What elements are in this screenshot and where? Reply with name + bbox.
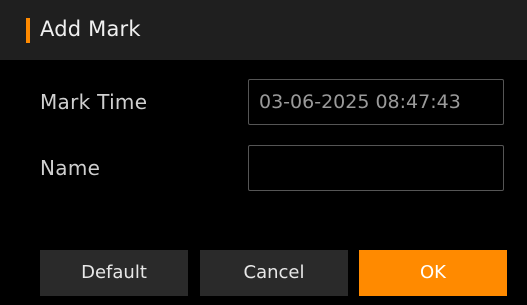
dialog-title-bar: Add Mark — [0, 0, 527, 60]
cancel-button[interactable]: Cancel — [200, 250, 348, 296]
title-accent-bar — [26, 18, 30, 43]
ok-button[interactable]: OK — [359, 250, 507, 296]
add-mark-dialog: Add Mark Mark Time Name Default Cancel O… — [0, 0, 527, 305]
name-label: Name — [40, 156, 101, 180]
name-field[interactable] — [248, 145, 504, 191]
dialog-title: Add Mark — [40, 17, 141, 41]
default-button[interactable]: Default — [40, 250, 188, 296]
mark-time-field[interactable] — [248, 79, 504, 125]
mark-time-label: Mark Time — [40, 90, 148, 114]
